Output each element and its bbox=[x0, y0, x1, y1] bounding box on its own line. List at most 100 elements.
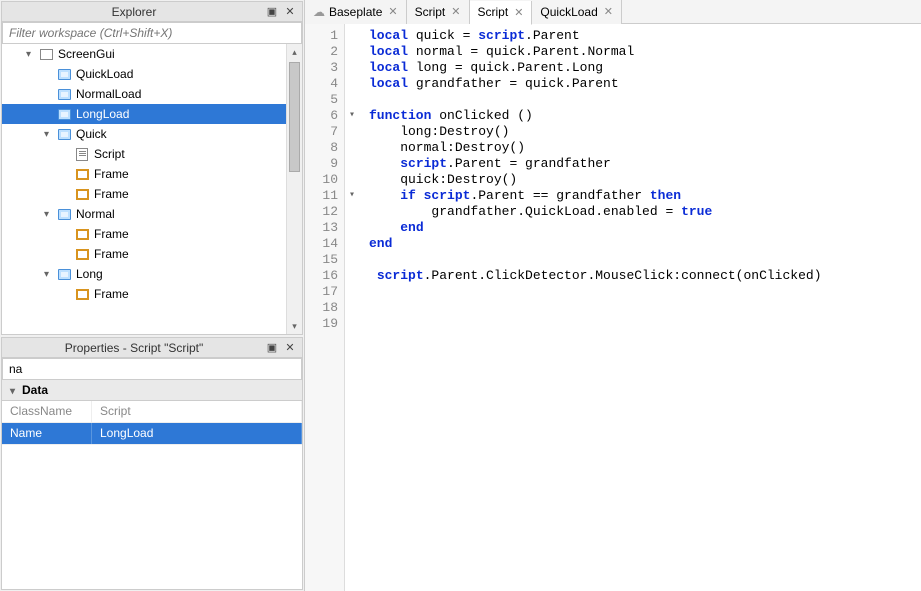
tree-item[interactable]: Frame bbox=[2, 224, 302, 244]
code-line[interactable]: script.Parent.ClickDetector.MouseClick:c… bbox=[369, 268, 822, 284]
scrollbar[interactable]: ▴ ▾ bbox=[286, 44, 302, 334]
close-icon[interactable]: ✕ bbox=[514, 6, 523, 19]
code-line[interactable] bbox=[369, 92, 822, 108]
line-number: 11 bbox=[305, 188, 338, 204]
code-line[interactable]: function onClicked () bbox=[369, 108, 822, 124]
tree-item[interactable]: ▾Normal bbox=[2, 204, 302, 224]
line-number: 13 bbox=[305, 220, 338, 236]
code-line[interactable] bbox=[369, 300, 822, 316]
tree-item[interactable]: Script bbox=[2, 144, 302, 164]
tab[interactable]: Script✕ bbox=[470, 1, 533, 25]
explorer-panel: Explorer ▣ ✕ ▾ScreenGuiQuickLoad NormalLo… bbox=[1, 1, 303, 335]
line-number: 5 bbox=[305, 92, 338, 108]
tree-item[interactable]: Frame bbox=[2, 164, 302, 184]
tree-item-label: Frame bbox=[94, 227, 129, 241]
line-number: 3 bbox=[305, 60, 338, 76]
property-row[interactable]: NameLongLoad bbox=[2, 423, 302, 445]
property-name: ClassName bbox=[2, 401, 92, 422]
dock-icon[interactable]: ▣ bbox=[264, 340, 280, 356]
tree-item[interactable]: Frame bbox=[2, 184, 302, 204]
close-icon[interactable]: ✕ bbox=[388, 5, 397, 18]
tree-item[interactable]: Frame bbox=[2, 284, 302, 304]
tree-item-label: Frame bbox=[94, 187, 129, 201]
frame-icon bbox=[74, 167, 90, 181]
line-number: 17 bbox=[305, 284, 338, 300]
frame-icon bbox=[74, 287, 90, 301]
fold-marker-icon bbox=[345, 268, 359, 284]
fold-marker-icon bbox=[345, 236, 359, 252]
tree-item[interactable]: QuickLoad bbox=[2, 64, 302, 84]
code-line[interactable]: long:Destroy() bbox=[369, 124, 822, 140]
dock-icon[interactable]: ▣ bbox=[264, 4, 280, 20]
script-icon bbox=[74, 147, 90, 161]
fold-marker-icon[interactable]: ▾ bbox=[345, 188, 359, 204]
code-line[interactable]: local grandfather = quick.Parent bbox=[369, 76, 822, 92]
explorer-tree[interactable]: ▾ScreenGuiQuickLoad NormalLoad LongLoad ▾ Qu… bbox=[2, 44, 302, 334]
code-line[interactable]: local long = quick.Parent.Long bbox=[369, 60, 822, 76]
code-line[interactable]: normal:Destroy() bbox=[369, 140, 822, 156]
code-line[interactable]: grandfather.QuickLoad.enabled = true bbox=[369, 204, 822, 220]
tree-item[interactable]: ▾ Quick bbox=[2, 124, 302, 144]
line-number: 10 bbox=[305, 172, 338, 188]
tree-item-label: Script bbox=[94, 147, 125, 161]
expand-caret-icon[interactable]: ▾ bbox=[44, 209, 56, 220]
code-line[interactable] bbox=[369, 316, 822, 332]
tree-item[interactable]: Frame bbox=[2, 244, 302, 264]
code-line[interactable]: quick:Destroy() bbox=[369, 172, 822, 188]
fold-marker-icon bbox=[345, 204, 359, 220]
scroll-down-icon[interactable]: ▾ bbox=[287, 318, 302, 334]
code-line[interactable]: local normal = quick.Parent.Normal bbox=[369, 44, 822, 60]
properties-panel: Properties - Script "Script" ▣ ✕ ▾Data C… bbox=[1, 337, 303, 590]
expand-caret-icon[interactable]: ▾ bbox=[26, 49, 38, 60]
close-icon[interactable]: ✕ bbox=[282, 4, 298, 20]
line-number: 19 bbox=[305, 316, 338, 332]
tree-item-label: Quick bbox=[76, 127, 107, 141]
fold-marker-icon[interactable]: ▾ bbox=[345, 108, 359, 124]
expand-caret-icon[interactable]: ▾ bbox=[44, 129, 56, 140]
code-editor[interactable]: 12345678910111213141516171819 ▾▾ local q… bbox=[305, 24, 921, 591]
property-name: Name bbox=[2, 423, 92, 444]
fold-marker-icon bbox=[345, 28, 359, 44]
properties-section-data[interactable]: ▾Data bbox=[2, 380, 302, 401]
code-line[interactable]: local quick = script.Parent bbox=[369, 28, 822, 44]
tree-item[interactable]: ▾ Long bbox=[2, 264, 302, 284]
code-line[interactable]: end bbox=[369, 236, 822, 252]
tree-item[interactable]: LongLoad bbox=[2, 104, 302, 124]
tree-item-label: Long bbox=[76, 267, 103, 281]
fold-marker-icon bbox=[345, 76, 359, 92]
explorer-header: Explorer ▣ ✕ bbox=[2, 2, 302, 22]
line-gutter: 12345678910111213141516171819 bbox=[305, 24, 345, 591]
properties-filter-input[interactable] bbox=[2, 358, 302, 380]
code-line[interactable]: if script.Parent == grandfather then bbox=[369, 188, 822, 204]
fold-marker-icon bbox=[345, 316, 359, 332]
line-number: 1 bbox=[305, 28, 338, 44]
code-line[interactable] bbox=[369, 284, 822, 300]
fold-marker-icon bbox=[345, 220, 359, 236]
property-value[interactable]: LongLoad bbox=[92, 423, 302, 444]
line-number: 18 bbox=[305, 300, 338, 316]
expand-caret-icon[interactable]: ▾ bbox=[44, 269, 56, 280]
tree-item[interactable]: ▾ScreenGui bbox=[2, 44, 302, 64]
scroll-up-icon[interactable]: ▴ bbox=[287, 44, 302, 60]
tab[interactable]: ☁Baseplate✕ bbox=[305, 0, 407, 24]
code-area[interactable]: local quick = script.Parentlocal normal … bbox=[359, 24, 822, 591]
explorer-filter-input[interactable] bbox=[2, 22, 302, 44]
close-icon[interactable]: ✕ bbox=[451, 5, 460, 18]
tree-item[interactable]: NormalLoad bbox=[2, 84, 302, 104]
gui-icon bbox=[38, 47, 54, 61]
close-icon[interactable]: ✕ bbox=[604, 5, 613, 18]
fold-gutter[interactable]: ▾▾ bbox=[345, 24, 359, 591]
fold-marker-icon bbox=[345, 172, 359, 188]
tab[interactable]: Script✕ bbox=[407, 0, 470, 24]
tab[interactable]: QuickLoad✕ bbox=[532, 0, 622, 24]
close-icon[interactable]: ✕ bbox=[282, 340, 298, 356]
txt-icon bbox=[56, 107, 72, 121]
code-line[interactable]: script.Parent = grandfather bbox=[369, 156, 822, 172]
scroll-thumb[interactable] bbox=[289, 62, 300, 172]
code-line[interactable] bbox=[369, 252, 822, 268]
property-value[interactable]: Script bbox=[92, 401, 302, 422]
property-row[interactable]: ClassNameScript bbox=[2, 401, 302, 423]
fold-marker-icon bbox=[345, 156, 359, 172]
code-line[interactable]: end bbox=[369, 220, 822, 236]
tree-item-label: NormalLoad bbox=[76, 87, 141, 101]
